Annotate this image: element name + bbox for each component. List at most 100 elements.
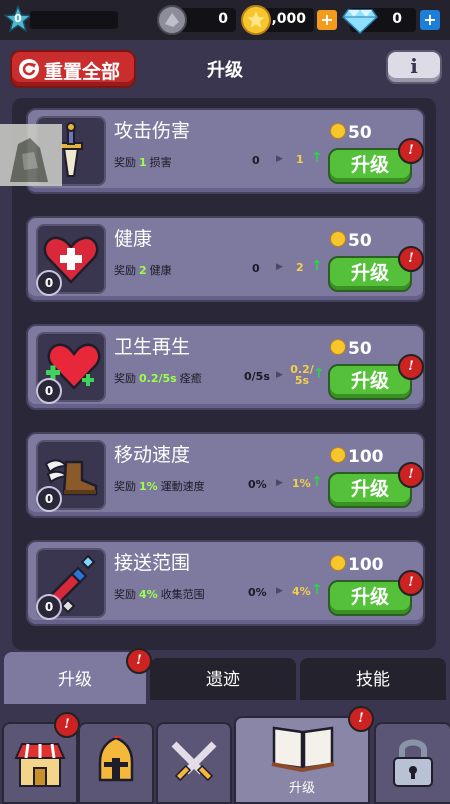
upgrade-list-panel: 攻击伤害 奖励 1 损害 0 ▶ 1 ↑ 50 升级 ! 0 健康 奖励 2 健康 0 … [12,98,436,650]
reward-value: 1% [139,480,158,493]
reward-prefix: 奖励 [114,588,136,601]
nav-hero[interactable] [78,722,154,804]
reward-prefix: 奖励 [114,372,136,385]
upgrade-card-move-speed: 0 移动速度 奖励 1% 運動速度 0% ▶ 1% ↑ 100 升级 ! [26,432,425,518]
cost-value: 100 [348,447,384,467]
reward-value: 1 [139,156,147,169]
info-button[interactable]: i [386,50,442,84]
coin-icon [330,555,346,571]
nav-upgrade-label: 升级 [288,781,315,796]
chevron-right-icon: ▶ [276,370,283,380]
upgrade-card-attack: 攻击伤害 奖励 1 损害 0 ▶ 1 ↑ 50 升级 ! [26,108,425,194]
alert-badge-icon: ! [398,246,424,272]
chevron-right-icon: ▶ [276,262,283,272]
upgrade-cost: 50 [330,339,372,359]
alert-badge-icon: ! [398,138,424,164]
tab-upgrade[interactable]: 升级 [4,652,146,704]
cost-value: 100 [348,555,384,575]
level-value: 0 [14,12,22,25]
alert-badge-icon: ! [348,706,374,732]
tab-relics[interactable]: 遗迹 [150,658,296,700]
reward-value: 4% [139,588,158,601]
upgrade-card-regen: 0 卫生再生 奖励 0.2/5s 痊癒 0/5s ▶ 0.2/ 5s ↑ 50 升级… [26,324,425,410]
coin-icon [330,123,346,139]
reward-value: 2 [139,264,147,277]
alert-badge-icon: ! [398,462,424,488]
increase-arrow-icon: ↑ [311,150,323,166]
alert-badge-icon: ! [54,712,80,738]
chevron-right-icon: ▶ [276,586,283,596]
upgrade-card-pickup-range: 0 接送范围 奖励 4% 收集范围 0% ▶ 4% ↑ 100 升级 ! [26,540,425,626]
cost-value: 50 [348,231,372,251]
chevron-right-icon: ▶ [276,154,283,164]
card-title: 移动速度 [114,444,191,466]
increase-arrow-icon: ↑ [311,258,323,274]
increase-arrow-icon: ↑ [311,474,323,490]
level-badge: 0 [36,594,62,620]
reward-prefix: 奖励 [114,264,136,277]
add-diamond-button[interactable]: + [420,10,440,30]
heart-regen-icon: 0 [36,332,106,404]
card-reward: 奖励 4% 收集范围 [114,586,205,602]
stat-from: 0/5s [244,370,270,383]
crossed-swords-icon [171,741,217,782]
reward-stat: 收集范围 [160,588,205,601]
cost-value: 50 [348,123,372,143]
stone-icon [157,5,187,35]
upgrade-card-health: 0 健康 奖励 2 健康 0 ▶ 2 ↑ 50 升级 ! [26,216,425,302]
stat-to: 0.2/ 5s [290,363,314,387]
overlay-thumbnail [0,124,62,186]
helmet-icon [98,736,134,782]
stat-to: 4% [292,585,311,598]
level-badge: 0 [36,270,62,296]
card-reward: 奖励 2 健康 [114,262,172,278]
stat-from: 0% [248,586,267,599]
upgrade-cost: 100 [330,555,384,575]
reward-prefix: 奖励 [114,480,136,493]
coin-icon [330,339,346,355]
stone-value: 0 [218,11,228,27]
card-title: 卫生再生 [114,336,191,358]
upgrade-cost: 100 [330,447,384,467]
reward-stat: 健康 [149,264,172,277]
coin-icon [330,231,346,247]
reward-stat: 運動速度 [160,480,205,493]
card-title: 攻击伤害 [114,120,191,142]
coin-icon [330,447,346,463]
nav-locked[interactable] [374,722,450,804]
reward-value: 0.2/5s [139,372,177,385]
alert-badge-icon: ! [398,570,424,596]
upgrade-cost: 50 [330,123,372,143]
nav-upgrade[interactable]: 升级 [234,716,370,804]
stat-to: 2 [296,261,304,274]
diamond-icon [342,9,378,34]
book-icon [271,726,335,772]
diamond-value: 0 [392,11,402,27]
page-title: 升级 [207,60,243,81]
reward-prefix: 奖励 [114,156,136,169]
xp-bar [30,11,118,29]
card-reward: 奖励 1% 運動速度 [114,478,205,494]
gold-coin-icon [241,5,271,35]
alert-badge-icon: ! [126,648,152,674]
card-title: 接送范围 [114,552,191,574]
alert-badge-icon: ! [398,354,424,380]
level-badge: 0 [36,378,62,404]
heart-plus-icon: 0 [36,224,106,296]
upgrade-cost: 50 [330,231,372,251]
tab-skills[interactable]: 技能 [300,658,446,700]
card-reward: 奖励 1 损害 [114,154,172,170]
winged-boot-icon: 0 [36,440,106,512]
magnet-icon: 0 [36,548,106,620]
reward-stat: 损害 [149,156,172,169]
stat-from: 0 [252,262,260,275]
reward-stat: 痊癒 [179,372,202,385]
shop-icon [14,743,66,787]
nav-weapons[interactable] [156,722,232,804]
chevron-right-icon: ▶ [276,478,283,488]
card-reward: 奖励 0.2/5s 痊癒 [114,370,202,386]
top-bar: 0 0 1,000 + 0 + [0,0,450,40]
increase-arrow-icon: ↑ [313,366,325,382]
increase-arrow-icon: ↑ [311,582,323,598]
add-gold-button[interactable]: + [317,10,337,30]
